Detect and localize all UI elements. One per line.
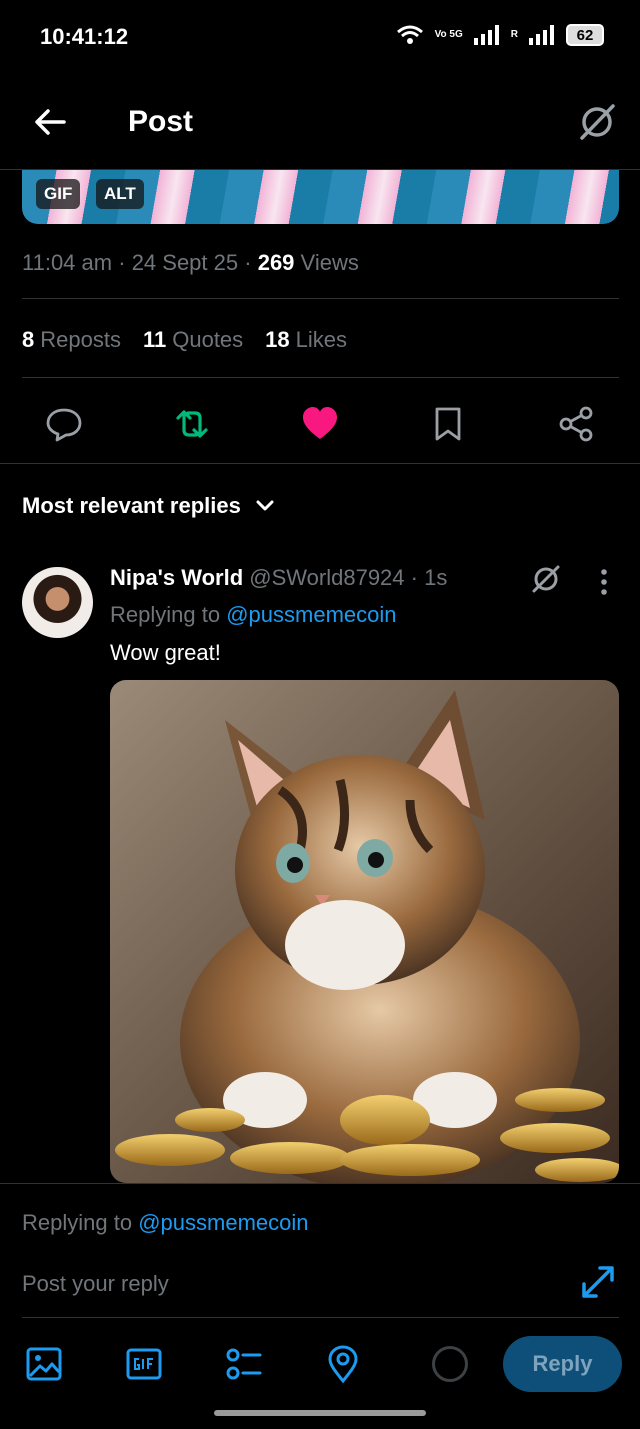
reply-author-name[interactable]: Nipa's World <box>110 565 243 590</box>
reply-author-handle[interactable]: @SWorld87924 <box>249 565 404 590</box>
reposts-label: Reposts <box>40 327 121 352</box>
kitten-coins-illustration <box>115 690 619 1183</box>
back-arrow-icon[interactable] <box>30 102 70 142</box>
post-screen: 10:41:12 Vo 5G R 62 Post GIF ALT 11:04 a… <box>0 0 640 1429</box>
composer-replying-handle[interactable]: @pussmemecoin <box>138 1210 308 1235</box>
likes-label: Likes <box>295 327 348 352</box>
reply-composer: Replying to @pussmemecoin Post your repl… <box>0 1183 640 1429</box>
network-label: Vo 5G <box>434 29 463 40</box>
poll-icon[interactable] <box>224 1344 264 1384</box>
chevron-down-icon <box>256 500 274 511</box>
grok-icon[interactable] <box>530 562 562 594</box>
reposts-stat[interactable]: 8 Reposts <box>22 327 121 353</box>
expand-icon[interactable] <box>578 1262 618 1302</box>
quotes-count: 11 <box>142 327 167 352</box>
reply-button[interactable]: Reply <box>503 1336 622 1392</box>
status-time: 10:41:12 <box>40 24 129 49</box>
image-icon[interactable] <box>24 1344 64 1384</box>
gif-icon[interactable] <box>124 1344 164 1384</box>
replies-sort-dropdown[interactable]: Most relevant replies <box>22 493 275 519</box>
more-options-icon[interactable] <box>594 568 614 596</box>
gif-badge: GIF <box>36 179 81 209</box>
home-indicator[interactable] <box>214 1410 426 1416</box>
status-bar: 10:41:12 Vo 5G R 62 <box>0 0 640 72</box>
post-meta: 11:04 am · 24 Sept 25 · 269 Views <box>22 250 359 275</box>
post-date: 24 Sept 25 <box>131 250 239 275</box>
sort-label: Most relevant replies <box>22 493 241 518</box>
wifi-icon <box>396 25 423 44</box>
likes-stat[interactable]: 18 Likes <box>265 327 347 353</box>
reply-image[interactable] <box>110 680 619 1183</box>
replying-to-label: Replying to <box>110 602 221 627</box>
engagement-stats: 8 Reposts 11 Quotes 18 Likes <box>22 327 347 353</box>
reposts-count: 8 <box>22 327 35 352</box>
quotes-label: Quotes <box>172 327 244 352</box>
reply-input[interactable]: Post your reply <box>22 1271 169 1297</box>
signal-icon <box>473 25 499 45</box>
composer-replying-label: Replying to <box>22 1210 133 1235</box>
reply-replying-to: Replying to @pussmemecoin <box>110 602 397 628</box>
quotes-stat[interactable]: 11 Quotes <box>143 327 243 353</box>
share-icon[interactable] <box>556 404 596 444</box>
reply-header: Nipa's World @SWorld87924 · 1s <box>110 565 448 590</box>
composer-replying-to: Replying to @pussmemecoin <box>22 1210 309 1236</box>
repost-icon[interactable] <box>172 404 212 444</box>
status-icons: Vo 5G R 62 <box>395 24 604 46</box>
alt-badge[interactable]: ALT <box>96 179 144 209</box>
views-label: Views <box>300 250 359 275</box>
views-count: 269 <box>257 250 295 275</box>
likes-count: 18 <box>265 327 290 352</box>
character-count-ring <box>432 1346 468 1382</box>
location-icon[interactable] <box>323 1344 363 1384</box>
divider <box>22 298 619 299</box>
signal-icon-2 <box>529 25 554 45</box>
bookmark-icon[interactable] <box>428 404 468 444</box>
roaming-label: R <box>510 29 518 40</box>
action-bar <box>0 390 640 464</box>
grok-icon[interactable] <box>576 100 618 142</box>
composer-divider <box>22 1317 619 1318</box>
page-title: Post <box>128 105 194 138</box>
battery-icon: 62 <box>566 24 604 46</box>
reply-icon[interactable] <box>44 404 84 444</box>
reply-time: 1s <box>424 565 448 590</box>
divider <box>22 377 619 378</box>
reply-text: Wow great! <box>110 640 221 665</box>
replying-to-handle[interactable]: @pussmemecoin <box>226 602 396 627</box>
like-heart-icon[interactable] <box>300 404 340 444</box>
header: Post <box>0 72 640 170</box>
post-time: 11:04 am <box>22 250 113 275</box>
avatar[interactable] <box>22 567 93 638</box>
gif-media[interactable]: GIF ALT <box>22 170 619 224</box>
